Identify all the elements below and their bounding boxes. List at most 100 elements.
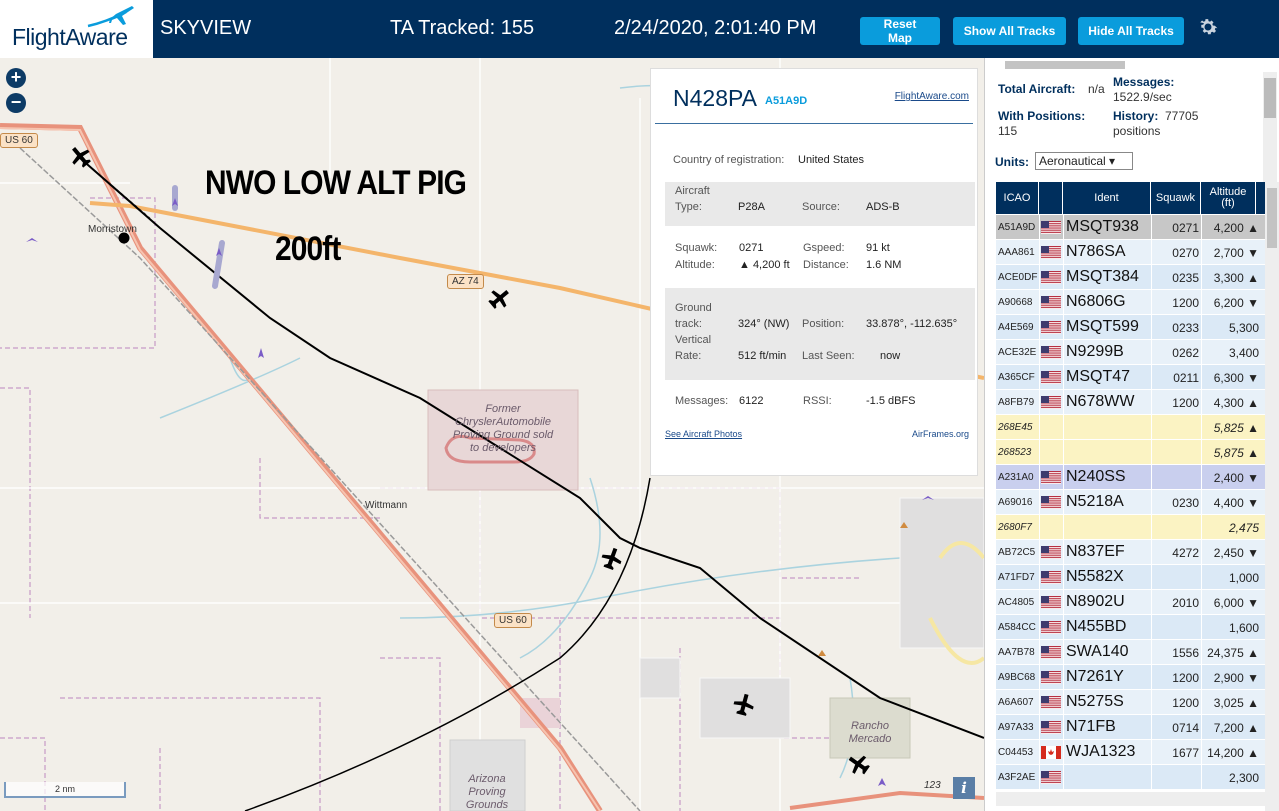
row-icao: A231A0 — [998, 472, 1034, 483]
column-separator — [1039, 365, 1040, 390]
table-row[interactable]: A365CF MSQT47 0211 6,300 ▼ — [996, 365, 1268, 390]
column-separator — [1039, 290, 1040, 315]
table-scrollbar-thumb[interactable] — [1267, 188, 1277, 248]
aircraft-photos-link[interactable]: See Aircraft Photos — [665, 429, 742, 439]
tracked-count: TA Tracked: 155 — [390, 17, 535, 39]
row-ident: MSQT384 — [1066, 268, 1139, 285]
table-row[interactable]: A8FB79 N678WW 1200 4,300 ▲ — [996, 390, 1268, 415]
row-ident: N6806G — [1066, 293, 1126, 310]
row-icao: A584CC — [998, 622, 1036, 633]
aircraft-type-label: Type: — [675, 201, 702, 213]
table-row[interactable]: A584CC N455BD 1,600 — [996, 615, 1268, 640]
messages-label: Messages: — [675, 395, 729, 407]
column-separator — [1151, 290, 1152, 315]
table-row[interactable]: 2680F7 2,475 — [996, 515, 1268, 540]
table-row[interactable]: A69016 N5218A 0230 4,400 ▼ — [996, 490, 1268, 515]
row-ident: MSQT47 — [1066, 368, 1131, 385]
gspeed-label: Gspeed: — [803, 242, 845, 254]
position-value: 33.878°, -112.635° — [866, 318, 958, 330]
table-row[interactable]: ACE32E N9299B 0262 3,400 — [996, 340, 1268, 365]
row-altitude: 24,375 ▲ — [1207, 646, 1259, 660]
area-label-chrysler: Former ChryslerAutomobile Proving Ground… — [452, 403, 554, 454]
with-positions-value: 115 — [998, 124, 1018, 138]
column-separator — [1039, 765, 1040, 790]
row-icao: A69016 — [998, 497, 1033, 508]
row-icao: 268523 — [998, 447, 1032, 458]
column-header-altitude[interactable]: Altitude (ft) — [1201, 182, 1256, 214]
column-separator — [1201, 515, 1202, 540]
row-altitude: 5,300 — [1228, 321, 1259, 335]
table-row[interactable]: A4E569 MSQT599 0233 5,300 — [996, 315, 1268, 340]
units-select[interactable]: Aeronautical ▾ — [1035, 152, 1133, 170]
show-all-tracks-button[interactable]: Show All Tracks — [953, 17, 1066, 45]
table-row[interactable]: A97A33 N71FB 0714 7,200 ▲ — [996, 715, 1268, 740]
table-row[interactable]: A3F2AE 2,300 — [996, 765, 1268, 790]
ground-track-label: Ground — [675, 302, 712, 314]
column-header-squawk[interactable]: Squawk — [1151, 182, 1201, 214]
column-separator — [1201, 590, 1202, 615]
table-row[interactable]: 268E45 5,825 ▲ — [996, 415, 1268, 440]
info-icon[interactable]: i — [953, 777, 975, 799]
table-row[interactable]: ACE0DF MSQT384 0235 3,300 ▲ — [996, 265, 1268, 290]
zoom-in-button[interactable]: + — [6, 68, 26, 88]
gear-icon[interactable] — [1196, 15, 1220, 39]
flightaware-logo[interactable]: FlightAware — [0, 0, 153, 58]
column-header-ident[interactable]: Ident — [1063, 182, 1151, 214]
table-row[interactable]: A231A0 N240SS 2,400 ▼ — [996, 465, 1268, 490]
table-scrollbar[interactable] — [1265, 182, 1279, 811]
table-row[interactable]: 268523 5,875 ▲ — [996, 440, 1268, 465]
row-icao: AA7B78 — [998, 647, 1035, 658]
road-label-us60: US 60 — [0, 133, 38, 148]
source-label: Source: — [802, 201, 840, 213]
column-separator — [1039, 465, 1040, 490]
flightaware-link[interactable]: FlightAware.com — [895, 91, 969, 102]
distance-value: 1.6 NM — [866, 259, 902, 271]
column-separator — [1201, 615, 1202, 640]
column-separator — [1063, 640, 1064, 665]
popup-row-messages: Messages: 6122 RSSI: -1.5 dBFS — [651, 395, 979, 411]
table-row[interactable]: AAA861 N786SA 0270 2,700 ▼ — [996, 240, 1268, 265]
table-row[interactable]: AA7B78 SWA140 1556 24,375 ▲ — [996, 640, 1268, 665]
table-row[interactable]: A90668 N6806G 1200 6,200 ▼ — [996, 290, 1268, 315]
area-label-arizona-proving-grounds: Arizona Proving Grounds — [465, 773, 509, 811]
column-header-icao[interactable]: ICAO — [996, 182, 1039, 214]
table-horizontal-scrollbar-thumb[interactable] — [1005, 61, 1125, 69]
column-header-flag[interactable] — [1039, 182, 1063, 214]
table-row[interactable]: AC4805 N8902U 2010 6,000 ▼ — [996, 590, 1268, 615]
us-flag-icon — [1041, 721, 1061, 734]
table-row[interactable]: A9BC68 N7261Y 1200 2,900 ▼ — [996, 665, 1268, 690]
row-altitude: 1,600 — [1228, 621, 1259, 635]
scrollbar-thumb[interactable] — [1264, 78, 1276, 118]
table-row[interactable]: A71FD7 N5582X 1,000 — [996, 565, 1268, 590]
history-unit: positions — [1113, 124, 1161, 138]
table-horizontal-scrollbar[interactable] — [996, 792, 1268, 806]
row-icao: AB72C5 — [998, 547, 1036, 558]
table-row[interactable]: C04453 WJA1323 1677 14,200 ▲ — [996, 740, 1268, 765]
column-separator — [1063, 340, 1064, 365]
reset-map-button[interactable]: Reset Map — [860, 17, 940, 45]
column-separator — [1151, 240, 1152, 265]
annotation-altitude: 200ft — [275, 230, 341, 268]
row-icao: AAA861 — [998, 247, 1035, 258]
gspeed-value: 91 kt — [866, 242, 890, 254]
column-separator — [1151, 440, 1152, 465]
column-separator — [1151, 515, 1152, 540]
airframes-link[interactable]: AirFrames.org — [912, 429, 969, 439]
column-separator — [1151, 490, 1152, 515]
vertical-rate-value: 512 ft/min — [738, 350, 787, 362]
us-flag-icon — [1041, 246, 1061, 259]
hide-all-tracks-button[interactable]: Hide All Tracks — [1078, 17, 1184, 45]
table-row[interactable]: A51A9D MSQT938 0271 4,200 ▲ — [996, 215, 1268, 240]
column-separator — [1063, 715, 1064, 740]
row-squawk: 1556 — [1172, 646, 1199, 660]
zoom-out-button[interactable]: − — [6, 93, 26, 113]
row-altitude: 2,900 ▼ — [1213, 671, 1259, 685]
row-ident: N8902U — [1066, 593, 1125, 610]
table-row[interactable]: A6A607 N5275S 1200 3,025 ▲ — [996, 690, 1268, 715]
column-separator — [1201, 490, 1202, 515]
row-squawk: 0271 — [1172, 221, 1199, 235]
column-separator — [1039, 215, 1040, 240]
table-row[interactable]: AB72C5 N837EF 4272 2,450 ▼ — [996, 540, 1268, 565]
column-separator — [1039, 315, 1040, 340]
row-icao: A365CF — [998, 372, 1035, 383]
